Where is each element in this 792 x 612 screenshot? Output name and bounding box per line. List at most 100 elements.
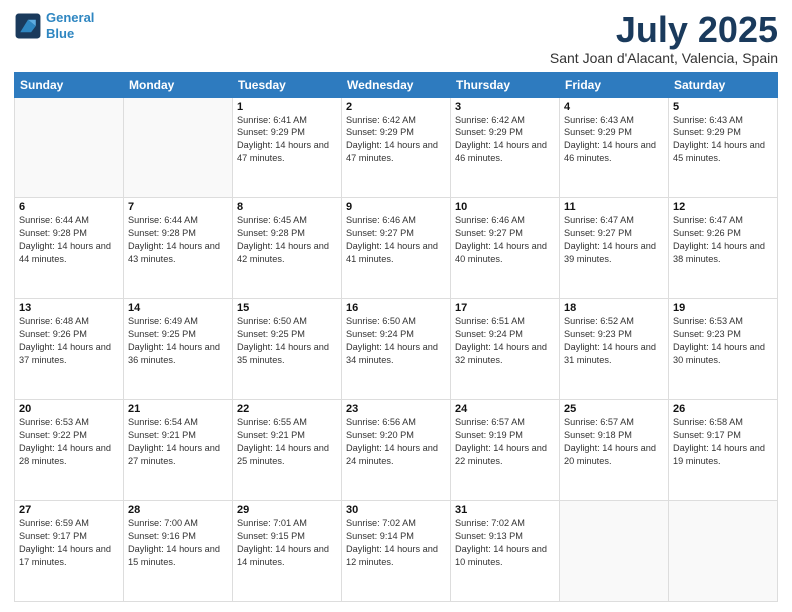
day-info: Sunrise: 6:49 AMSunset: 9:25 PMDaylight:…: [128, 315, 228, 367]
week-row-3: 13Sunrise: 6:48 AMSunset: 9:26 PMDayligh…: [15, 299, 778, 400]
calendar-cell: 6Sunrise: 6:44 AMSunset: 9:28 PMDaylight…: [15, 198, 124, 299]
calendar-table: SundayMondayTuesdayWednesdayThursdayFrid…: [14, 72, 778, 602]
calendar-cell: 10Sunrise: 6:46 AMSunset: 9:27 PMDayligh…: [451, 198, 560, 299]
day-number: 7: [128, 201, 228, 213]
calendar-cell: 7Sunrise: 6:44 AMSunset: 9:28 PMDaylight…: [124, 198, 233, 299]
day-number: 6: [19, 201, 119, 213]
calendar-header-tuesday: Tuesday: [233, 72, 342, 97]
day-number: 8: [237, 201, 337, 213]
day-info: Sunrise: 6:50 AMSunset: 9:25 PMDaylight:…: [237, 315, 337, 367]
day-info: Sunrise: 6:44 AMSunset: 9:28 PMDaylight:…: [128, 214, 228, 266]
logo-icon: [14, 12, 42, 40]
day-number: 20: [19, 403, 119, 415]
day-info: Sunrise: 6:59 AMSunset: 9:17 PMDaylight:…: [19, 517, 119, 569]
day-number: 11: [564, 201, 664, 213]
calendar-header-thursday: Thursday: [451, 72, 560, 97]
calendar-cell: 5Sunrise: 6:43 AMSunset: 9:29 PMDaylight…: [669, 97, 778, 198]
day-number: 31: [455, 504, 555, 516]
logo-text: General Blue: [46, 10, 94, 41]
day-number: 9: [346, 201, 446, 213]
day-info: Sunrise: 6:56 AMSunset: 9:20 PMDaylight:…: [346, 416, 446, 468]
calendar-cell: 22Sunrise: 6:55 AMSunset: 9:21 PMDayligh…: [233, 400, 342, 501]
day-info: Sunrise: 6:45 AMSunset: 9:28 PMDaylight:…: [237, 214, 337, 266]
day-info: Sunrise: 6:47 AMSunset: 9:27 PMDaylight:…: [564, 214, 664, 266]
day-number: 1: [237, 101, 337, 113]
calendar-cell: 17Sunrise: 6:51 AMSunset: 9:24 PMDayligh…: [451, 299, 560, 400]
day-number: 15: [237, 302, 337, 314]
day-info: Sunrise: 6:53 AMSunset: 9:22 PMDaylight:…: [19, 416, 119, 468]
day-info: Sunrise: 7:00 AMSunset: 9:16 PMDaylight:…: [128, 517, 228, 569]
calendar-cell: 9Sunrise: 6:46 AMSunset: 9:27 PMDaylight…: [342, 198, 451, 299]
day-number: 24: [455, 403, 555, 415]
calendar-cell: 16Sunrise: 6:50 AMSunset: 9:24 PMDayligh…: [342, 299, 451, 400]
day-info: Sunrise: 6:46 AMSunset: 9:27 PMDaylight:…: [455, 214, 555, 266]
day-number: 28: [128, 504, 228, 516]
calendar-header-monday: Monday: [124, 72, 233, 97]
day-info: Sunrise: 6:42 AMSunset: 9:29 PMDaylight:…: [346, 114, 446, 166]
calendar-cell: 31Sunrise: 7:02 AMSunset: 9:13 PMDayligh…: [451, 501, 560, 602]
day-info: Sunrise: 6:41 AMSunset: 9:29 PMDaylight:…: [237, 114, 337, 166]
week-row-4: 20Sunrise: 6:53 AMSunset: 9:22 PMDayligh…: [15, 400, 778, 501]
calendar-cell: 25Sunrise: 6:57 AMSunset: 9:18 PMDayligh…: [560, 400, 669, 501]
calendar-cell: 11Sunrise: 6:47 AMSunset: 9:27 PMDayligh…: [560, 198, 669, 299]
day-info: Sunrise: 7:01 AMSunset: 9:15 PMDaylight:…: [237, 517, 337, 569]
day-number: 27: [19, 504, 119, 516]
main-title: July 2025: [550, 10, 778, 50]
page: General Blue July 2025 Sant Joan d'Alaca…: [0, 0, 792, 612]
day-number: 30: [346, 504, 446, 516]
calendar-cell: 4Sunrise: 6:43 AMSunset: 9:29 PMDaylight…: [560, 97, 669, 198]
day-number: 14: [128, 302, 228, 314]
day-info: Sunrise: 6:46 AMSunset: 9:27 PMDaylight:…: [346, 214, 446, 266]
day-info: Sunrise: 7:02 AMSunset: 9:14 PMDaylight:…: [346, 517, 446, 569]
day-number: 22: [237, 403, 337, 415]
calendar-cell: 1Sunrise: 6:41 AMSunset: 9:29 PMDaylight…: [233, 97, 342, 198]
calendar-cell: 18Sunrise: 6:52 AMSunset: 9:23 PMDayligh…: [560, 299, 669, 400]
day-number: 10: [455, 201, 555, 213]
week-row-2: 6 Sunrise: 6:44 AMSunset: 9:28 PMDaylight…: [15, 198, 778, 299]
day-info: Sunrise: 6:43 AMSunset: 9:29 PMDaylight:…: [673, 114, 773, 166]
calendar-cell: 27Sunrise: 6:59 AMSunset: 9:17 PMDayligh…: [15, 501, 124, 602]
day-info: Sunrise: 6:57 AMSunset: 9:19 PMDaylight:…: [455, 416, 555, 468]
calendar-cell: 8Sunrise: 6:45 AMSunset: 9:28 PMDaylight…: [233, 198, 342, 299]
calendar-cell: 14Sunrise: 6:49 AMSunset: 9:25 PMDayligh…: [124, 299, 233, 400]
calendar-cell: 12Sunrise: 6:47 AMSunset: 9:26 PMDayligh…: [669, 198, 778, 299]
calendar-cell: 29Sunrise: 7:01 AMSunset: 9:15 PMDayligh…: [233, 501, 342, 602]
calendar-cell: [124, 97, 233, 198]
day-number: 5: [673, 101, 773, 113]
calendar-cell: 15Sunrise: 6:50 AMSunset: 9:25 PMDayligh…: [233, 299, 342, 400]
day-number: 17: [455, 302, 555, 314]
day-number: 19: [673, 302, 773, 314]
day-info: Sunrise: 6:54 AMSunset: 9:21 PMDaylight:…: [128, 416, 228, 468]
day-info: Sunrise: 6:58 AMSunset: 9:17 PMDaylight:…: [673, 416, 773, 468]
day-number: 16: [346, 302, 446, 314]
day-number: 25: [564, 403, 664, 415]
day-number: 2: [346, 101, 446, 113]
calendar-cell: 19Sunrise: 6:53 AMSunset: 9:23 PMDayligh…: [669, 299, 778, 400]
calendar-header-wednesday: Wednesday: [342, 72, 451, 97]
day-info: Sunrise: 6:52 AMSunset: 9:23 PMDaylight:…: [564, 315, 664, 367]
day-info: Sunrise: 6:55 AMSunset: 9:21 PMDaylight:…: [237, 416, 337, 468]
calendar-cell: [15, 97, 124, 198]
day-info: Sunrise: 6:42 AMSunset: 9:29 PMDaylight:…: [455, 114, 555, 166]
calendar-header-friday: Friday: [560, 72, 669, 97]
day-number: 18: [564, 302, 664, 314]
day-number: 21: [128, 403, 228, 415]
week-row-1: 1Sunrise: 6:41 AMSunset: 9:29 PMDaylight…: [15, 97, 778, 198]
day-number: 13: [19, 302, 119, 314]
day-number: 23: [346, 403, 446, 415]
calendar-cell: 21Sunrise: 6:54 AMSunset: 9:21 PMDayligh…: [124, 400, 233, 501]
calendar-cell: 30Sunrise: 7:02 AMSunset: 9:14 PMDayligh…: [342, 501, 451, 602]
day-number: 26: [673, 403, 773, 415]
title-section: July 2025 Sant Joan d'Alacant, Valencia,…: [550, 10, 778, 66]
calendar-header-saturday: Saturday: [669, 72, 778, 97]
header: General Blue July 2025 Sant Joan d'Alaca…: [14, 10, 778, 66]
calendar-header-row: SundayMondayTuesdayWednesdayThursdayFrid…: [15, 72, 778, 97]
day-info: Sunrise: 6:57 AMSunset: 9:18 PMDaylight:…: [564, 416, 664, 468]
day-info: Sunrise: 6:53 AMSunset: 9:23 PMDaylight:…: [673, 315, 773, 367]
day-info: Sunrise: 7:02 AMSunset: 9:13 PMDaylight:…: [455, 517, 555, 569]
calendar-cell: 28Sunrise: 7:00 AMSunset: 9:16 PMDayligh…: [124, 501, 233, 602]
day-info: Sunrise: 6:48 AMSunset: 9:26 PMDaylight:…: [19, 315, 119, 367]
calendar-cell: 20Sunrise: 6:53 AMSunset: 9:22 PMDayligh…: [15, 400, 124, 501]
calendar-cell: 24Sunrise: 6:57 AMSunset: 9:19 PMDayligh…: [451, 400, 560, 501]
day-info: Sunrise: 6:43 AMSunset: 9:29 PMDaylight:…: [564, 114, 664, 166]
